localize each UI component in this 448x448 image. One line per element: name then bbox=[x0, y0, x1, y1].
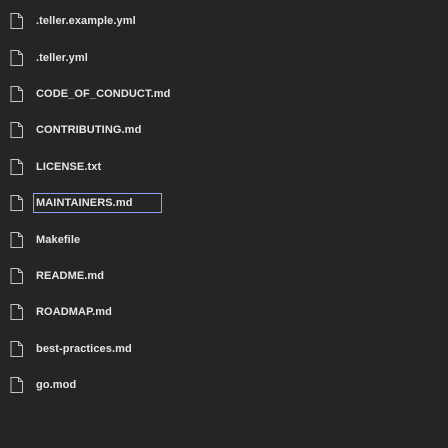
file-icon bbox=[8, 121, 24, 139]
file-item-code-of-conduct[interactable]: CODE_OF_CONDUCT.md bbox=[0, 76, 448, 112]
file-name: Makefile bbox=[36, 233, 81, 246]
file-name: README.md bbox=[36, 269, 105, 282]
file-item-maintainers[interactable]: MAINTAINERS.md bbox=[0, 185, 448, 221]
file-list: .teller.example.yml .teller.yml CODE_OF_… bbox=[0, 0, 448, 403]
file-name: ROADMAP.md bbox=[36, 306, 112, 319]
file-name: LICENSE.txt bbox=[36, 160, 102, 173]
file-icon bbox=[8, 12, 24, 30]
file-icon bbox=[8, 376, 24, 394]
file-item-best-practices[interactable]: best-practices.md bbox=[0, 331, 448, 367]
file-icon bbox=[8, 231, 24, 249]
file-icon bbox=[8, 267, 24, 285]
file-item-teller-example-yml[interactable]: .teller.example.yml bbox=[0, 3, 448, 39]
file-name: best-practices.md bbox=[36, 342, 132, 355]
file-item-teller-yml[interactable]: .teller.yml bbox=[0, 39, 448, 75]
file-name: CONTRIBUTING.md bbox=[36, 124, 142, 137]
file-item-contributing[interactable]: CONTRIBUTING.md bbox=[0, 112, 448, 148]
file-item-go-mod[interactable]: go.mod bbox=[0, 367, 448, 403]
file-item-readme[interactable]: README.md bbox=[0, 258, 448, 294]
file-name: .teller.yml bbox=[36, 51, 88, 64]
file-item-license[interactable]: LICENSE.txt bbox=[0, 149, 448, 185]
file-name: CODE_OF_CONDUCT.md bbox=[36, 87, 171, 100]
file-name: .teller.example.yml bbox=[36, 15, 136, 28]
file-icon bbox=[8, 340, 24, 358]
file-icon bbox=[8, 158, 24, 176]
file-explorer: .teller.example.yml .teller.yml CODE_OF_… bbox=[0, 0, 448, 448]
file-icon bbox=[8, 85, 24, 103]
file-name: go.mod bbox=[36, 379, 77, 392]
file-item-roadmap[interactable]: ROADMAP.md bbox=[0, 294, 448, 330]
file-icon bbox=[8, 49, 24, 67]
file-icon bbox=[8, 194, 24, 212]
file-item-makefile[interactable]: Makefile bbox=[0, 221, 448, 257]
file-name: MAINTAINERS.md bbox=[33, 193, 162, 214]
file-icon bbox=[8, 303, 24, 321]
